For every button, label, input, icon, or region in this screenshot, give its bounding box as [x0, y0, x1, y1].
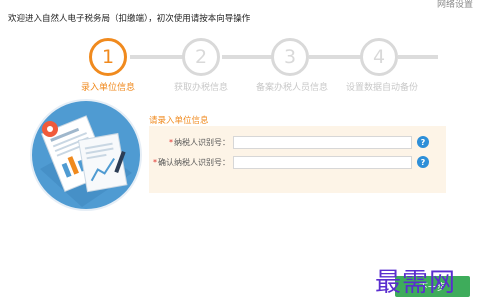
step-4-circle: 4 — [360, 38, 398, 76]
step-1-label: 录入单位信息 — [80, 83, 136, 93]
welcome-message: 欢迎进入自然人电子税务局（扣缴端），初次使用请按本向导操作 — [8, 14, 251, 24]
document-report-illustration-icon — [30, 99, 142, 211]
step-connector — [222, 55, 277, 59]
step-connector — [398, 55, 438, 59]
step-1-circle: 1 — [89, 38, 127, 76]
site-watermark: 最需网 — [375, 268, 457, 298]
step-3-label: 备案办税人员信息 — [255, 83, 329, 93]
wizard-window: 网络设置 欢迎进入自然人电子税务局（扣缴端），初次使用请按本向导操作 1 2 3… — [0, 0, 489, 307]
taxpayer-id-row: *纳税人识别号： ? — [149, 136, 446, 150]
required-marker: * — [169, 138, 173, 147]
confirm-taxpayer-id-input[interactable] — [233, 156, 412, 169]
taxpayer-id-input[interactable] — [233, 136, 412, 149]
taxpayer-id-label-text: 纳税人识别号： — [174, 138, 230, 147]
taxpayer-id-label: *纳税人识别号： — [169, 137, 230, 148]
step-connector — [309, 55, 366, 59]
step-4-label: 设置数据自动备份 — [345, 83, 419, 93]
confirm-taxpayer-id-label-text: 确认纳税人识别号： — [158, 158, 230, 167]
wizard-steps: 1 2 3 4 录入单位信息 获取办税信息 备案办税人员信息 设置数据自动备份 — [0, 36, 489, 96]
help-icon[interactable]: ? — [417, 136, 429, 148]
confirm-taxpayer-id-label: *确认纳税人识别号： — [153, 157, 230, 168]
step-2-circle: 2 — [182, 38, 220, 76]
step-3-circle: 3 — [271, 38, 309, 76]
network-settings-link[interactable]: 网络设置 — [437, 0, 473, 10]
confirm-taxpayer-id-row: *确认纳税人识别号： ? — [149, 156, 446, 170]
step-2-label: 获取办税信息 — [173, 83, 229, 93]
help-icon[interactable]: ? — [417, 156, 429, 168]
form-section-title: 请录入单位信息 — [149, 116, 209, 126]
form-panel: *纳税人识别号： ? *确认纳税人识别号： ? — [149, 126, 446, 193]
required-marker: * — [153, 158, 157, 167]
